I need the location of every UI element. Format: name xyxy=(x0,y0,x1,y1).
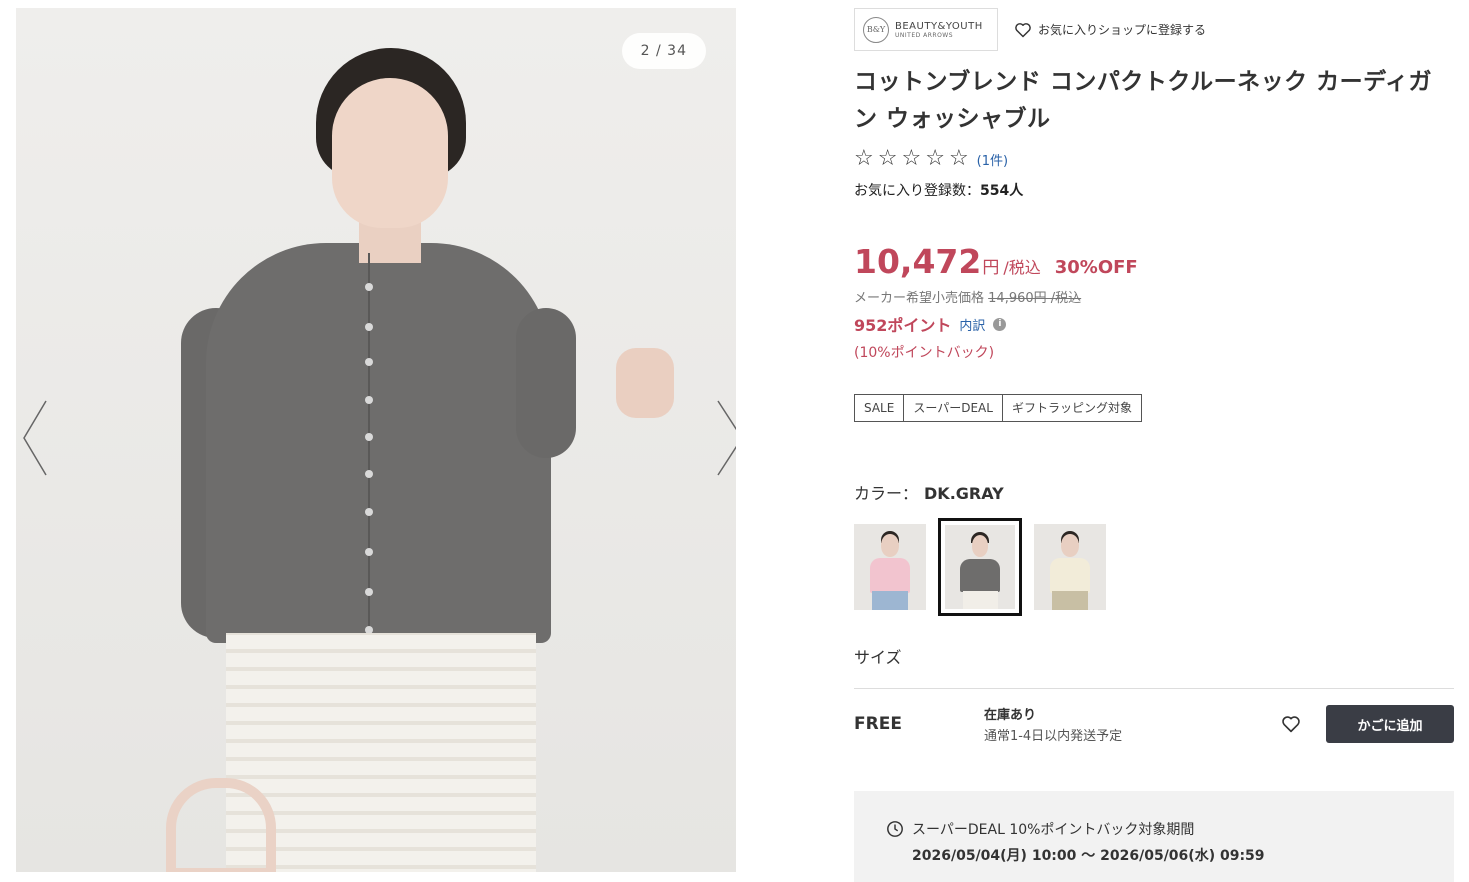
product-info-panel: B&Y BEAUTY&YOUTH UNITED ARROWS お気に入りショップ… xyxy=(854,8,1454,882)
rating-row: ☆ ☆ ☆ ☆ ☆ (1件) xyxy=(854,146,1454,172)
product-image-gallery[interactable]: 2 / 34 xyxy=(16,8,736,872)
discount-badge: 30%OFF xyxy=(1054,257,1138,278)
price-currency: 円 xyxy=(982,258,1000,278)
stock-info: 在庫あり 通常1-4日以内発送予定 xyxy=(984,704,1265,744)
deal-title: スーパーDEAL 10%ポイントバック対象期間 xyxy=(912,822,1195,838)
star-empty-icon: ☆ xyxy=(854,146,874,171)
favorite-count-value: 554人 xyxy=(980,183,1024,199)
brand-subname: UNITED ARROWS xyxy=(895,31,954,39)
review-count-link[interactable]: (1件) xyxy=(977,150,1008,169)
star-empty-icon: ☆ xyxy=(877,146,898,171)
color-label: カラー： DK.GRAY xyxy=(854,480,1454,504)
tag-gift-wrapping: ギフトラッピング対象 xyxy=(1011,401,1132,415)
size-label: サイズ xyxy=(854,648,902,667)
size-name: FREE xyxy=(854,714,902,734)
favorite-shop-button[interactable]: お気に入りショップに登録する xyxy=(1014,21,1206,38)
star-empty-icon: ☆ xyxy=(925,146,945,171)
product-photo xyxy=(16,8,736,872)
image-counter: 2 / 34 xyxy=(621,33,706,69)
original-price-row: メーカー希望小売価格 14,960円 /税込 xyxy=(854,287,1454,306)
product-tags: SALE スーパーDEAL ギフトラッピング対象 xyxy=(854,394,1142,422)
color-swatch-dk-gray[interactable] xyxy=(938,518,1022,616)
prev-image-button[interactable] xyxy=(16,393,56,483)
chevron-right-icon xyxy=(717,400,736,476)
heart-icon xyxy=(1281,716,1300,733)
brand-mark: B&Y xyxy=(863,16,889,43)
points-value: 952ポイント xyxy=(854,316,952,335)
shipping-estimate: 通常1-4日以内発送予定 xyxy=(983,729,1123,744)
favorite-count: お気に入り登録数：554人 xyxy=(854,180,1454,200)
next-image-button[interactable] xyxy=(716,393,736,483)
brand-name: BEAUTY&YOUTH xyxy=(895,20,983,32)
color-swatch-ivory[interactable] xyxy=(1034,524,1106,610)
info-icon[interactable]: i xyxy=(993,317,1007,331)
stock-status: 在庫あり xyxy=(983,708,1036,723)
product-title: コットンブレンド コンパクトクルーネック カーディガン ウォッシャブル xyxy=(854,69,1433,132)
clock-icon xyxy=(887,821,903,837)
original-price: 14,960円 /税込 xyxy=(988,291,1082,306)
heart-icon xyxy=(1015,22,1031,37)
original-price-label: メーカー希望小売価格 xyxy=(854,291,985,306)
star-empty-icon: ☆ xyxy=(901,146,922,171)
favorite-shop-label: お気に入りショップに登録する xyxy=(1038,23,1207,37)
super-deal-period-box: スーパーDEAL 10%ポイントバック対象期間 2026/05/04(月) 10… xyxy=(854,791,1454,882)
price-tax-label: /税込 xyxy=(1003,258,1041,277)
deal-title-row: スーパーDEAL 10%ポイントバック対象期間 xyxy=(886,819,1454,839)
selected-color: DK.GRAY xyxy=(924,484,1004,503)
chevron-left-icon xyxy=(23,400,47,476)
color-swatch-pink[interactable] xyxy=(854,524,926,610)
add-to-cart-button[interactable]: かごに追加 xyxy=(1325,705,1454,743)
points-breakdown-link[interactable]: 内訳 xyxy=(959,315,985,334)
pointback-rate: (10%ポイントバック) xyxy=(854,345,995,361)
deal-period: 2026/05/04(月) 10:00 〜 2026/05/06(水) 09:5… xyxy=(912,848,1265,864)
size-row: FREE 在庫あり 通常1-4日以内発送予定 かごに追加 xyxy=(854,689,1454,759)
brand-logo[interactable]: B&Y BEAUTY&YOUTH UNITED ARROWS xyxy=(854,8,998,51)
star-empty-icon: ☆ xyxy=(948,146,969,171)
sale-price: 10,472 xyxy=(854,242,982,281)
tag-super-deal: スーパーDEAL xyxy=(904,395,1003,421)
color-label-text: カラー： xyxy=(854,484,919,503)
tag-sale: SALE xyxy=(855,395,905,421)
favorite-count-label: お気に入り登録数： xyxy=(854,183,980,199)
points-row: 952ポイント 内訳 i xyxy=(854,312,1454,336)
price-row: 10,472 円 /税込 30%OFF xyxy=(854,242,1454,281)
color-swatches xyxy=(854,518,1454,616)
brand-row: B&Y BEAUTY&YOUTH UNITED ARROWS お気に入りショップ… xyxy=(854,8,1454,51)
add-to-favorites-button[interactable] xyxy=(1271,704,1310,744)
